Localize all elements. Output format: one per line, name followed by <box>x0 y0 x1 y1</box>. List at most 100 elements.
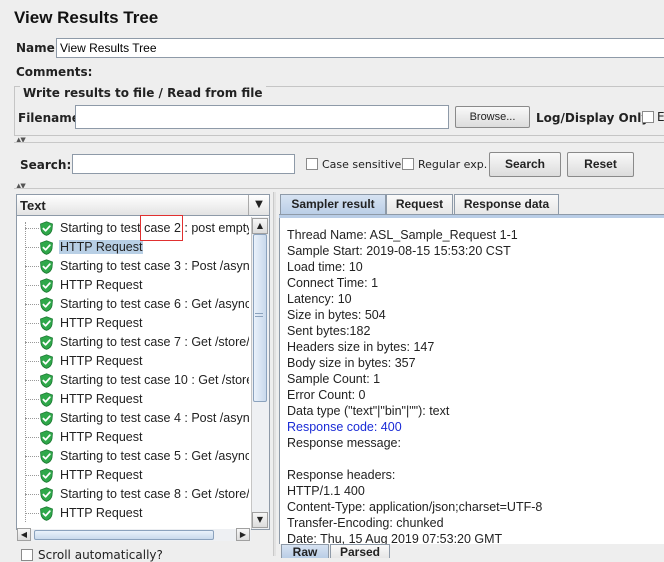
success-shield-icon <box>39 297 54 312</box>
success-shield-icon <box>39 430 54 445</box>
tree-item[interactable]: Starting to test case 2 : post empty <box>17 219 249 238</box>
tree-item-label: HTTP Request <box>59 240 144 254</box>
tree-item[interactable]: Starting to test case 10 : Get /store/ <box>17 371 249 390</box>
tree-connector <box>25 361 39 362</box>
tree-connector <box>25 399 39 400</box>
errors-checkbox[interactable] <box>642 111 654 123</box>
tree-connector <box>25 342 39 343</box>
filename-label: Filename <box>18 111 80 125</box>
success-shield-icon <box>39 449 54 464</box>
result-line: Response headers: <box>287 468 396 482</box>
success-shield-icon <box>39 278 54 293</box>
tree-item[interactable]: HTTP Request <box>17 390 249 409</box>
result-line: Connect Time: 1 <box>287 276 379 290</box>
tree-connector <box>25 418 39 419</box>
panel-splitter[interactable] <box>273 192 276 556</box>
write-results-group-title: Write results to file / Read from file <box>20 86 266 100</box>
result-line: Sample Start: 2019-08-15 15:53:20 CST <box>287 244 511 258</box>
success-shield-icon <box>39 316 54 331</box>
result-line: Sent bytes:182 <box>287 324 371 338</box>
tree-connector <box>25 228 39 229</box>
results-tree[interactable]: Starting to test case 2 : post empty HTTP… <box>17 219 249 524</box>
tree-item[interactable]: HTTP Request <box>17 428 249 447</box>
renderer-select[interactable]: Text <box>16 194 270 216</box>
browse-button[interactable]: Browse... <box>455 106 530 128</box>
success-shield-icon <box>39 240 54 255</box>
tree-item-label: HTTP Request <box>60 316 143 330</box>
result-line: Headers size in bytes: 147 <box>287 340 435 354</box>
tree-connector <box>25 494 39 495</box>
divider <box>14 142 664 143</box>
tree-item-label: HTTP Request <box>60 354 143 368</box>
regexp-checkbox[interactable] <box>402 158 414 170</box>
grip-icon <box>255 313 263 317</box>
comments-input[interactable] <box>82 62 664 82</box>
tree-connector <box>25 304 39 305</box>
tab-response-data[interactable]: Response data <box>454 194 559 215</box>
success-shield-icon <box>39 373 54 388</box>
tree-item[interactable]: Starting to test case 4 : Post /async <box>17 409 249 428</box>
filename-input[interactable] <box>75 105 449 129</box>
tree-item-label: Starting to test case 6 : Get /async-r <box>60 297 249 311</box>
chevron-down-icon[interactable]: ▼ <box>248 195 269 215</box>
tree-item[interactable]: HTTP Request <box>17 238 249 257</box>
tree-item[interactable]: HTTP Request <box>17 466 249 485</box>
scroll-automatically-checkbox[interactable] <box>21 549 33 561</box>
success-shield-icon <box>39 468 54 483</box>
tree-item[interactable]: Starting to test case 8 : Get /store/st <box>17 485 249 504</box>
tree-item-label: Starting to test case 5 : Get /async-r <box>60 449 249 463</box>
tab-sampler-result[interactable]: Sampler result <box>280 194 386 215</box>
tree-connector <box>25 437 39 438</box>
tree-item[interactable]: Starting to test case 3 : Post /async- <box>17 257 249 276</box>
result-line: Latency: 10 <box>287 292 352 306</box>
tree-item[interactable]: HTTP Request <box>17 276 249 295</box>
tree-hscroll-thumb[interactable] <box>34 530 214 540</box>
page-title: View Results Tree <box>14 8 159 27</box>
tree-item[interactable]: Starting to test case 7 : Get /store/st <box>17 333 249 352</box>
name-label: Name: <box>16 41 60 55</box>
tree-connector <box>25 380 39 381</box>
result-line: Response code: 400 <box>287 420 402 434</box>
tree-item[interactable]: HTTP Request <box>17 314 249 333</box>
search-label: Search: <box>20 158 72 172</box>
success-shield-icon <box>39 354 54 369</box>
tree-item-label: Starting to test case 3 : Post /async- <box>60 259 249 273</box>
tree-connector <box>25 475 39 476</box>
sampler-result-text[interactable]: Thread Name: ASL_Sample_Request 1-1 Sampl… <box>287 227 664 547</box>
case-sensitive-checkbox[interactable] <box>306 158 318 170</box>
name-input[interactable] <box>56 38 664 58</box>
scroll-down-icon[interactable]: ▼ <box>252 512 268 528</box>
tree-connector <box>25 513 39 514</box>
tree-scroll-thumb[interactable] <box>253 234 267 402</box>
success-shield-icon <box>39 506 54 521</box>
tab-request[interactable]: Request <box>386 194 453 215</box>
reset-button[interactable]: Reset <box>567 152 634 177</box>
result-line: Error Count: 0 <box>287 388 366 402</box>
result-line: Sample Count: 1 <box>287 372 381 386</box>
tree-item[interactable]: Starting to test case 6 : Get /async-r <box>17 295 249 314</box>
tree-item[interactable]: Starting to test case 5 : Get /async-r <box>17 447 249 466</box>
tree-item-label: HTTP Request <box>60 392 143 406</box>
success-shield-icon <box>39 259 54 274</box>
success-shield-icon <box>39 221 54 236</box>
search-button[interactable]: Search <box>489 152 561 177</box>
success-shield-icon <box>39 487 54 502</box>
result-line: Response message: <box>287 436 401 450</box>
regexp-label: Regular exp. <box>418 158 488 171</box>
annotation-highlight-box <box>140 215 183 241</box>
result-line: Data type ("text"|"bin"|""): text <box>287 404 450 418</box>
scroll-right-icon[interactable]: ▶ <box>236 528 250 541</box>
result-line: Load time: 10 <box>287 260 363 274</box>
tree-item-label: Starting to test case 8 : Get /store/st <box>60 487 249 501</box>
tree-item[interactable]: HTTP Request <box>17 352 249 371</box>
tree-item[interactable]: HTTP Request <box>17 504 249 523</box>
tree-item-label: HTTP Request <box>60 506 143 520</box>
search-input[interactable] <box>72 154 295 174</box>
success-shield-icon <box>39 411 54 426</box>
success-shield-icon <box>39 335 54 350</box>
tree-connector <box>25 266 39 267</box>
scroll-left-icon[interactable]: ◀ <box>17 528 31 541</box>
scroll-up-icon[interactable]: ▲ <box>252 218 268 234</box>
tree-item-label: Starting to test case 4 : Post /async <box>60 411 249 425</box>
tree-connector <box>25 247 39 248</box>
